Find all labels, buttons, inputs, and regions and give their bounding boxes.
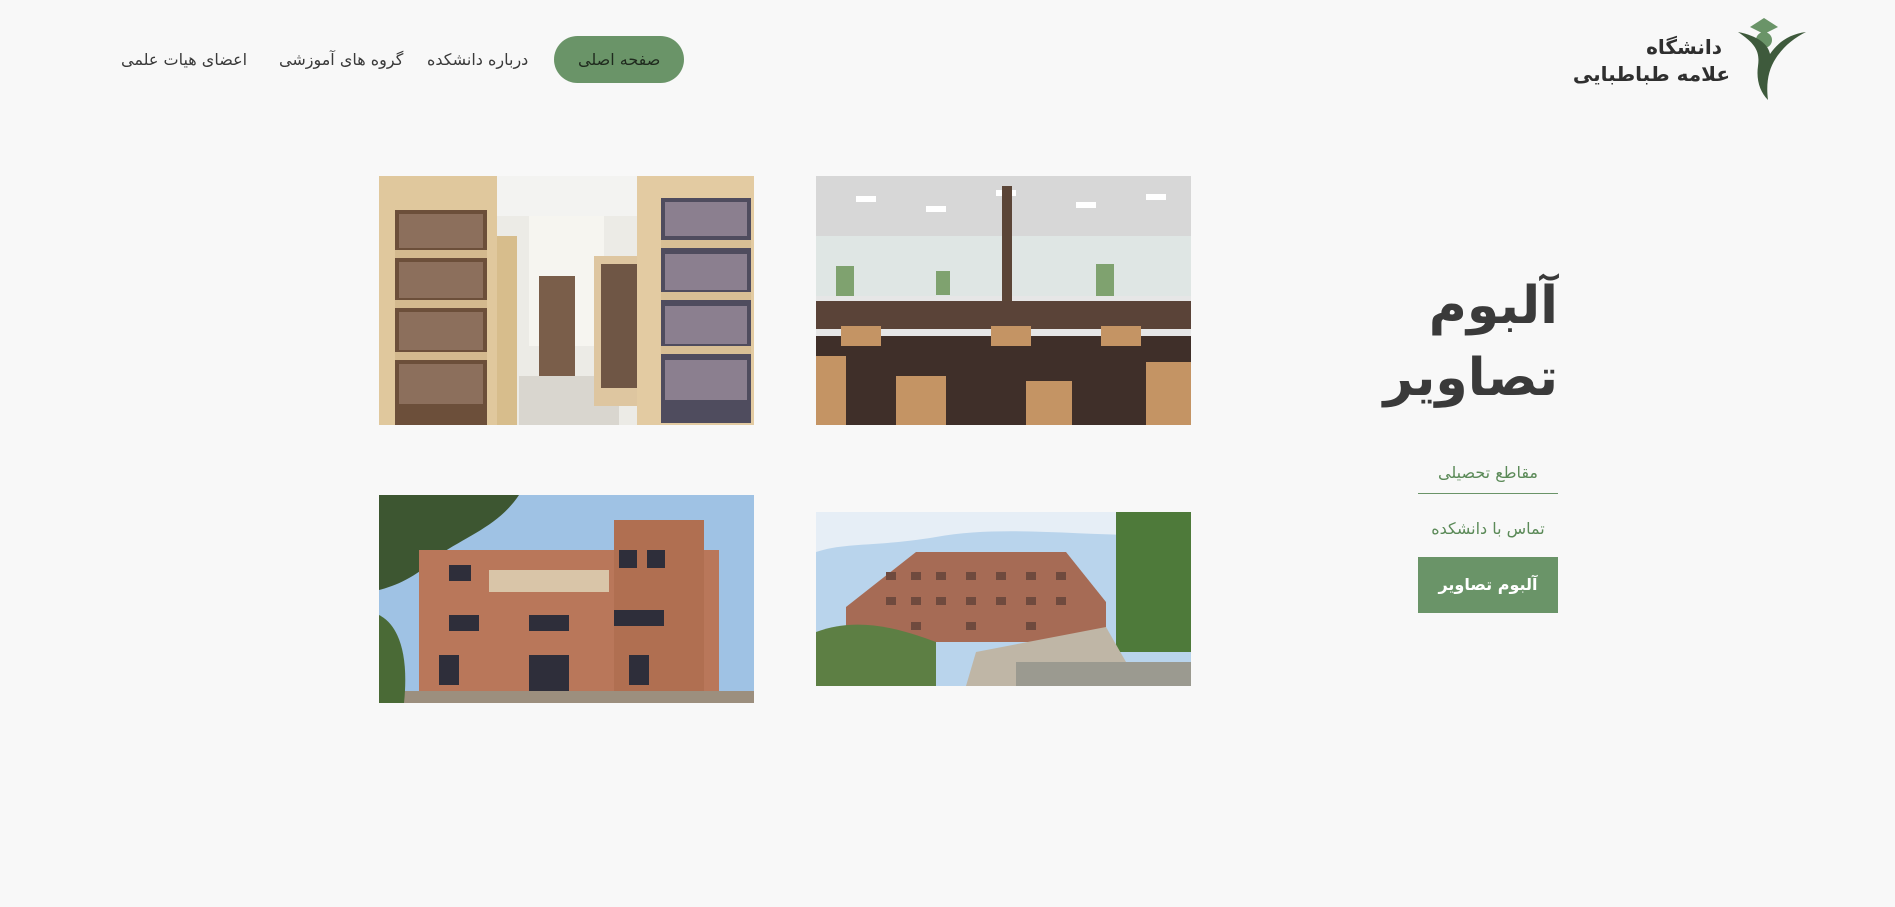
graduate-figure-logo-icon xyxy=(1738,18,1806,100)
logo-text: دانشگاه علامه طباطبایی xyxy=(1573,34,1730,88)
side-link-degrees[interactable]: مقاطع تحصیلی xyxy=(1418,453,1558,494)
nav-home-button[interactable]: صفحه اصلی xyxy=(554,36,685,83)
university-logo[interactable]: دانشگاه علامه طباطبایی xyxy=(1573,14,1808,104)
album-title-line-1: آلبوم xyxy=(1428,276,1558,336)
reading-room-photo[interactable] xyxy=(816,176,1191,425)
campus-building-photo[interactable] xyxy=(816,512,1191,686)
nav-about-link[interactable]: درباره دانشکده xyxy=(427,36,528,83)
album-title-line-2: تصاویر xyxy=(1383,348,1558,408)
logo-line-2: علامه طباطبایی xyxy=(1572,62,1730,86)
logo-line-1: دانشگاه xyxy=(1646,35,1722,59)
main-navigation: صفحه اصلی درباره دانشکده گروه های آموزشی… xyxy=(0,36,690,83)
nav-faculty-link[interactable]: اعضای هیات علمی xyxy=(121,36,247,83)
faculty-building-photo[interactable] xyxy=(379,495,754,703)
album-page-title: آلبوم تصاویر xyxy=(1358,270,1558,414)
side-link-photo-album[interactable]: آلبوم تصاویر xyxy=(1418,557,1558,613)
side-link-contact[interactable]: تماس با دانشکده xyxy=(1418,509,1558,549)
nav-departments-link[interactable]: گروه های آموزشی xyxy=(279,36,403,83)
library-bookshelves-photo[interactable] xyxy=(379,176,754,425)
